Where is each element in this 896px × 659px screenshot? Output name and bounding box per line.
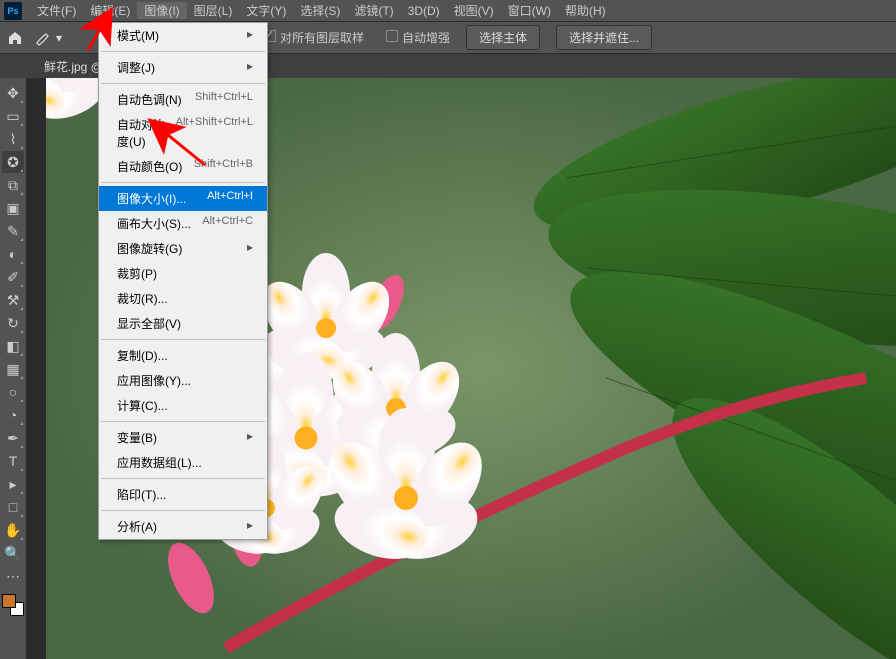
menu-auto-color[interactable]: 自动颜色(O)Shift+Ctrl+B [99,154,267,179]
foreground-color[interactable] [2,594,16,608]
select-subject-button[interactable]: 选择主体 [466,25,540,50]
image-menu-dropdown: 模式(M)▸ 调整(J)▸ 自动色调(N)Shift+Ctrl+L 自动对比度(… [98,22,268,540]
auto-enhance-checkbox[interactable]: 自动增强 [386,29,450,46]
pen-tool[interactable]: ✒ [2,427,24,449]
menu-auto-tone[interactable]: 自动色调(N)Shift+Ctrl+L [99,87,267,112]
menu-duplicate[interactable]: 复制(D)... [99,343,267,368]
photoshop-logo: Ps [4,2,22,20]
menubar: Ps 文件(F) 编辑(E) 图像(I) 图层(L) 文字(Y) 选择(S) 滤… [0,0,896,22]
tools-panel: ✥ ▭ ⌇ ✪ ⧉ ▣ ✎ ◐ ✐ ⚒ ↻ ◧ ▦ ○ ◔ ✒ T ▸ □ ✋ … [0,78,26,616]
menu-image-size[interactable]: 图像大小(I)...Alt+Ctrl+I [99,186,267,211]
menu-analysis[interactable]: 分析(A)▸ [99,514,267,539]
type-tool[interactable]: T [2,450,24,472]
menu-filter[interactable]: 滤镜(T) [347,2,400,19]
rectangle-tool[interactable]: □ [2,496,24,518]
menu-canvas-size[interactable]: 画布大小(S)...Alt+Ctrl+C [99,211,267,236]
marquee-tool[interactable]: ▭ [2,105,24,127]
brush-tool[interactable]: ✐ [2,266,24,288]
menu-edit[interactable]: 编辑(E) [83,2,137,19]
menu-window[interactable]: 窗口(W) [501,2,558,19]
edit-toolbar[interactable]: ⋯ [2,565,24,587]
path-select-tool[interactable]: ▸ [2,473,24,495]
home-icon[interactable] [6,29,24,47]
color-swatches[interactable] [2,594,24,616]
select-and-mask-button[interactable]: 选择并遮住... [556,25,652,50]
menu-trim[interactable]: 裁切(R)... [99,286,267,311]
menu-view[interactable]: 视图(V) [447,2,501,19]
blur-tool[interactable]: ○ [2,381,24,403]
menu-calculations[interactable]: 计算(C)... [99,393,267,418]
menu-select[interactable]: 选择(S) [293,2,347,19]
sample-all-layers-checkbox[interactable]: 对所有图层取样 [264,29,364,46]
lasso-tool[interactable]: ⌇ [2,128,24,150]
menu-variables[interactable]: 变量(B)▸ [99,425,267,450]
tool-preset-dropdown[interactable]: ▾ [34,30,62,46]
menu-apply-image[interactable]: 应用图像(Y)... [99,368,267,393]
menu-layer[interactable]: 图层(L) [187,2,240,19]
zoom-tool[interactable]: 🔍 [2,542,24,564]
move-tool[interactable]: ✥ [2,82,24,104]
spot-heal-tool[interactable]: ◐ [2,243,24,265]
history-brush-tool[interactable]: ↻ [2,312,24,334]
menu-type[interactable]: 文字(Y) [239,2,293,19]
eyedropper-tool[interactable]: ✎ [2,220,24,242]
menu-trap[interactable]: 陷印(T)... [99,482,267,507]
frame-tool[interactable]: ▣ [2,197,24,219]
dodge-tool[interactable]: ◔ [2,404,24,426]
menu-adjustments[interactable]: 调整(J)▸ [99,55,267,80]
menu-help[interactable]: 帮助(H) [558,2,613,19]
quick-select-tool[interactable]: ✪ [2,151,24,173]
gradient-tool[interactable]: ▦ [2,358,24,380]
eraser-tool[interactable]: ◧ [2,335,24,357]
menu-image-rotation[interactable]: 图像旋转(G)▸ [99,236,267,261]
menu-3d[interactable]: 3D(D) [401,4,447,18]
menu-file[interactable]: 文件(F) [30,2,83,19]
menu-apply-data-set[interactable]: 应用数据组(L)... [99,450,267,475]
menu-reveal-all[interactable]: 显示全部(V) [99,311,267,336]
hand-tool[interactable]: ✋ [2,519,24,541]
menu-image[interactable]: 图像(I) [137,2,186,19]
clone-stamp-tool[interactable]: ⚒ [2,289,24,311]
menu-crop[interactable]: 裁剪(P) [99,261,267,286]
menu-mode[interactable]: 模式(M)▸ [99,23,267,48]
crop-tool[interactable]: ⧉ [2,174,24,196]
menu-auto-contrast[interactable]: 自动对比度(U)Alt+Shift+Ctrl+L [99,112,267,154]
